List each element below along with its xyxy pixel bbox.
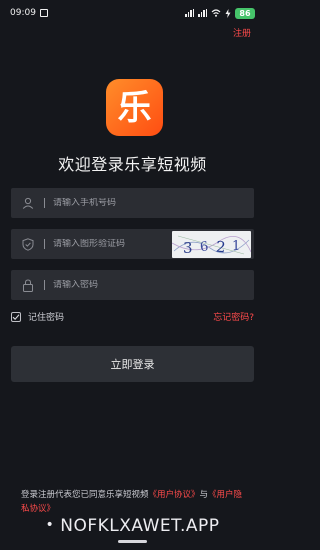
field-divider <box>44 239 45 249</box>
field-divider <box>44 280 45 290</box>
shield-icon <box>21 237 35 251</box>
status-left: 09:09 <box>10 8 48 18</box>
agreement-text: 登录注册代表您已同意乐享短视频《用户协议》与《用户隐私协议》 <box>21 488 249 516</box>
remember-checkbox[interactable] <box>11 311 21 322</box>
user-agreement-link[interactable]: 《用户协议》 <box>149 490 200 500</box>
remember-password[interactable]: 记住密码 <box>11 310 64 323</box>
notification-icon <box>39 9 48 17</box>
captcha-image[interactable]: 3 6 2 1 <box>172 231 251 258</box>
captcha-char: 2 <box>215 238 226 257</box>
captcha-char: 1 <box>232 239 240 254</box>
field-divider <box>44 198 45 208</box>
phone-field[interactable] <box>11 188 254 218</box>
battery-icon: 86 <box>235 7 255 19</box>
watermark: • NOFKLXAWET.APP <box>0 516 265 536</box>
login-button[interactable]: 立即登录 <box>11 346 254 382</box>
password-field[interactable] <box>11 270 254 300</box>
status-time: 09:09 <box>10 8 36 18</box>
status-right: 86 <box>185 7 255 19</box>
signal-icon <box>185 9 194 17</box>
watermark-dot: • <box>45 517 55 533</box>
status-bar: 09:09 86 <box>0 0 265 26</box>
forgot-password-link[interactable]: 忘记密码? <box>213 310 254 323</box>
user-icon <box>21 196 35 210</box>
charging-icon <box>225 8 231 18</box>
captcha-field[interactable]: 3 6 2 1 <box>11 229 254 259</box>
agreement-and: 与 <box>199 490 209 500</box>
watermark-text: NOFKLXAWET.APP <box>60 516 220 536</box>
battery-level: 86 <box>239 8 251 18</box>
lock-icon <box>21 278 35 292</box>
home-indicator[interactable] <box>118 540 147 543</box>
wifi-icon <box>211 9 221 17</box>
app-logo: 乐 <box>106 79 163 136</box>
app-logo-glyph: 乐 <box>117 87 152 128</box>
register-link[interactable]: 注册 <box>233 26 251 39</box>
check-icon <box>12 313 20 320</box>
page-title: 欢迎登录乐享短视频 <box>58 155 207 174</box>
captcha-char: 3 <box>183 239 193 257</box>
agreement-prefix: 登录注册代表您已同意乐享短视频 <box>21 490 149 500</box>
captcha-char: 6 <box>199 239 209 255</box>
phone-input[interactable] <box>53 198 163 208</box>
password-input[interactable] <box>53 280 163 290</box>
captcha-input[interactable] <box>53 239 163 249</box>
signal-icon-2 <box>198 9 207 17</box>
remember-label: 记住密码 <box>28 313 65 323</box>
